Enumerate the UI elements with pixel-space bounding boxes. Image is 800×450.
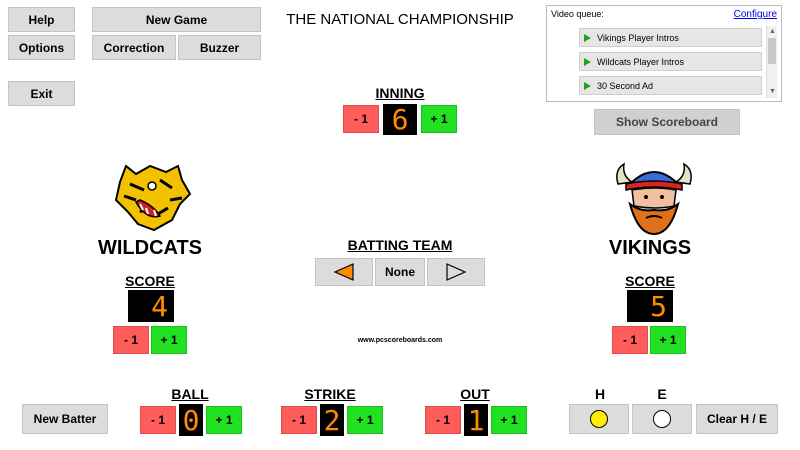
vikings-logo: [616, 162, 692, 236]
error-indicator-icon: [653, 410, 671, 428]
strike-plus-button[interactable]: + 1: [347, 406, 383, 434]
arrow-left-icon: [333, 263, 354, 281]
help-button[interactable]: Help: [8, 7, 75, 32]
new-batter-button[interactable]: New Batter: [22, 404, 108, 434]
buzzer-button[interactable]: Buzzer: [178, 35, 261, 60]
show-scoreboard-button[interactable]: Show Scoreboard: [594, 109, 740, 135]
video-queue-item-label: Vikings Player Intros: [597, 32, 679, 43]
batting-next-button[interactable]: [427, 258, 485, 286]
scroll-thumb[interactable]: [768, 38, 776, 64]
website-text: www.pcscoreboards.com: [357, 337, 443, 344]
ball-plus-button[interactable]: + 1: [206, 406, 242, 434]
away-score-display: 5: [627, 290, 673, 323]
hit-label: H: [594, 386, 606, 402]
configure-link[interactable]: Configure: [734, 9, 777, 20]
video-queue-item[interactable]: 30 Second Ad: [579, 76, 762, 95]
home-team-name: WILDCATS: [97, 237, 203, 259]
away-score-label: SCORE: [625, 273, 675, 289]
options-button[interactable]: Options: [8, 35, 75, 60]
strike-label: STRIKE: [304, 386, 356, 402]
ball-label: BALL: [171, 386, 209, 402]
home-score-minus-button[interactable]: - 1: [113, 326, 149, 354]
hit-toggle-button[interactable]: [569, 404, 629, 434]
play-icon: [584, 33, 591, 42]
inning-label: INNING: [375, 85, 425, 101]
wildcats-logo: [114, 164, 192, 232]
batting-prev-button[interactable]: [315, 258, 373, 286]
page-title: THE NATIONAL CHAMPIONSHIP: [286, 11, 514, 28]
scroll-down-icon[interactable]: ▼: [769, 88, 776, 95]
video-queue-scrollbar[interactable]: ▲ ▼: [766, 26, 777, 98]
batting-team-label: BATTING TEAM: [347, 237, 453, 253]
play-icon: [584, 81, 591, 90]
home-score-label: SCORE: [125, 273, 175, 289]
video-queue-item[interactable]: Wildcats Player Intros: [579, 52, 762, 71]
clear-he-button[interactable]: Clear H / E: [696, 404, 778, 434]
strike-minus-button[interactable]: - 1: [281, 406, 317, 434]
video-queue-item-label: Wildcats Player Intros: [597, 56, 685, 67]
out-display: 1: [464, 404, 488, 437]
video-queue-panel: Video queue: Configure Vikings Player In…: [546, 5, 782, 102]
error-label: E: [657, 386, 667, 402]
correction-button[interactable]: Correction: [92, 35, 176, 60]
batting-team-display: None: [375, 258, 425, 286]
play-icon: [584, 57, 591, 66]
away-score-minus-button[interactable]: - 1: [612, 326, 648, 354]
video-queue-item[interactable]: Vikings Player Intros: [579, 28, 762, 47]
strike-display: 2: [320, 404, 344, 437]
out-minus-button[interactable]: - 1: [425, 406, 461, 434]
video-queue-item-label: 30 Second Ad: [597, 80, 654, 91]
inning-display: 6: [383, 103, 417, 136]
home-score-display: 4: [128, 290, 174, 323]
inning-plus-button[interactable]: + 1: [421, 105, 457, 133]
ball-minus-button[interactable]: - 1: [140, 406, 176, 434]
exit-button[interactable]: Exit: [8, 81, 75, 106]
error-toggle-button[interactable]: [632, 404, 692, 434]
inning-minus-button[interactable]: - 1: [343, 105, 379, 133]
home-score-plus-button[interactable]: + 1: [151, 326, 187, 354]
scroll-up-icon[interactable]: ▲: [769, 28, 776, 35]
hit-indicator-icon: [590, 410, 608, 428]
video-queue-label: Video queue:: [551, 9, 604, 19]
away-team-name: VIKINGS: [608, 237, 692, 259]
out-plus-button[interactable]: + 1: [491, 406, 527, 434]
arrow-right-icon: [446, 263, 467, 281]
out-label: OUT: [460, 386, 490, 402]
ball-display: 0: [179, 404, 203, 437]
new-game-button[interactable]: New Game: [92, 7, 261, 32]
away-score-plus-button[interactable]: + 1: [650, 326, 686, 354]
